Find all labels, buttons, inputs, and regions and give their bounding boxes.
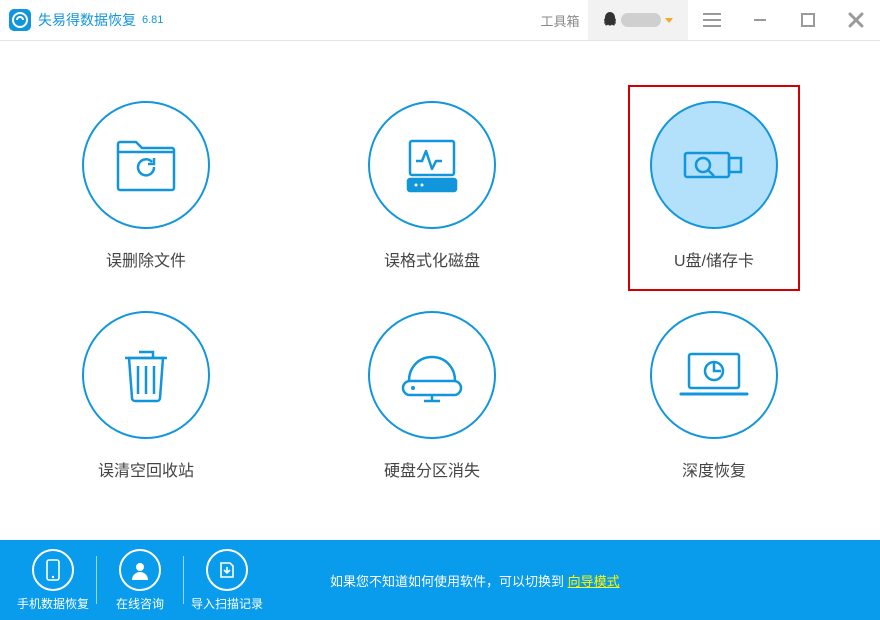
disk-pulse-icon: [368, 101, 496, 229]
chevron-down-icon: [665, 18, 673, 23]
titlebar: 失易得数据恢复 6.81 工具箱: [0, 0, 880, 41]
person-icon: [119, 549, 161, 591]
laptop-scan-icon: [650, 311, 778, 439]
import-icon: [206, 549, 248, 591]
option-recycle-bin[interactable]: 误清空回收站: [36, 311, 256, 481]
online-consult-button[interactable]: 在线咨询: [97, 549, 183, 612]
option-lost-partition[interactable]: 硬盘分区消失: [322, 311, 542, 481]
qq-icon: [603, 12, 617, 28]
app-logo-icon: [8, 8, 32, 32]
footer-label: 在线咨询: [116, 595, 164, 612]
app-title: 失易得数据恢复: [38, 10, 136, 30]
menu-button[interactable]: [688, 0, 736, 40]
wizard-mode-link[interactable]: 向导模式: [568, 574, 620, 589]
folder-refresh-icon: [82, 101, 210, 229]
footer-hint: 如果您不知道如何使用软件，可以切换到 向导模式: [330, 571, 620, 590]
maximize-button[interactable]: [784, 0, 832, 40]
usb-drive-icon: [650, 101, 778, 229]
option-formatted-disk[interactable]: 误格式化磁盘: [322, 101, 542, 271]
option-label: U盘/储存卡: [674, 247, 754, 271]
option-label: 深度恢复: [682, 457, 746, 481]
option-label: 误删除文件: [106, 247, 186, 271]
import-scan-button[interactable]: 导入扫描记录: [184, 549, 270, 612]
minimize-button[interactable]: [736, 0, 784, 40]
option-deleted-files[interactable]: 误删除文件: [36, 101, 256, 271]
user-name-placeholder: [621, 13, 661, 27]
toolbox-button[interactable]: 工具箱: [532, 0, 588, 40]
app-version: 6.81: [142, 14, 163, 26]
close-button[interactable]: [832, 0, 880, 40]
option-label: 硬盘分区消失: [384, 457, 480, 481]
recovery-options-grid: 误删除文件 误格式化磁盘 U盘/储存卡 误清空回收站 硬盘分区消失 深度恢复: [0, 41, 880, 541]
trash-icon: [82, 311, 210, 439]
hint-text: 如果您不知道如何使用软件，可以切换到: [330, 574, 568, 589]
footer-label: 手机数据恢复: [17, 595, 89, 612]
user-account-button[interactable]: [588, 0, 688, 40]
hard-drive-icon: [368, 311, 496, 439]
option-label: 误格式化磁盘: [384, 247, 480, 271]
option-usb-card[interactable]: U盘/储存卡: [604, 101, 824, 271]
option-deep-recovery[interactable]: 深度恢复: [604, 311, 824, 481]
phone-icon: [32, 549, 74, 591]
footer-label: 导入扫描记录: [191, 595, 263, 612]
option-label: 误清空回收站: [98, 457, 194, 481]
footer-bar: 手机数据恢复 在线咨询 导入扫描记录 如果您不知道如何使用软件，可以切换到 向导…: [0, 540, 880, 620]
mobile-recovery-button[interactable]: 手机数据恢复: [10, 549, 96, 612]
